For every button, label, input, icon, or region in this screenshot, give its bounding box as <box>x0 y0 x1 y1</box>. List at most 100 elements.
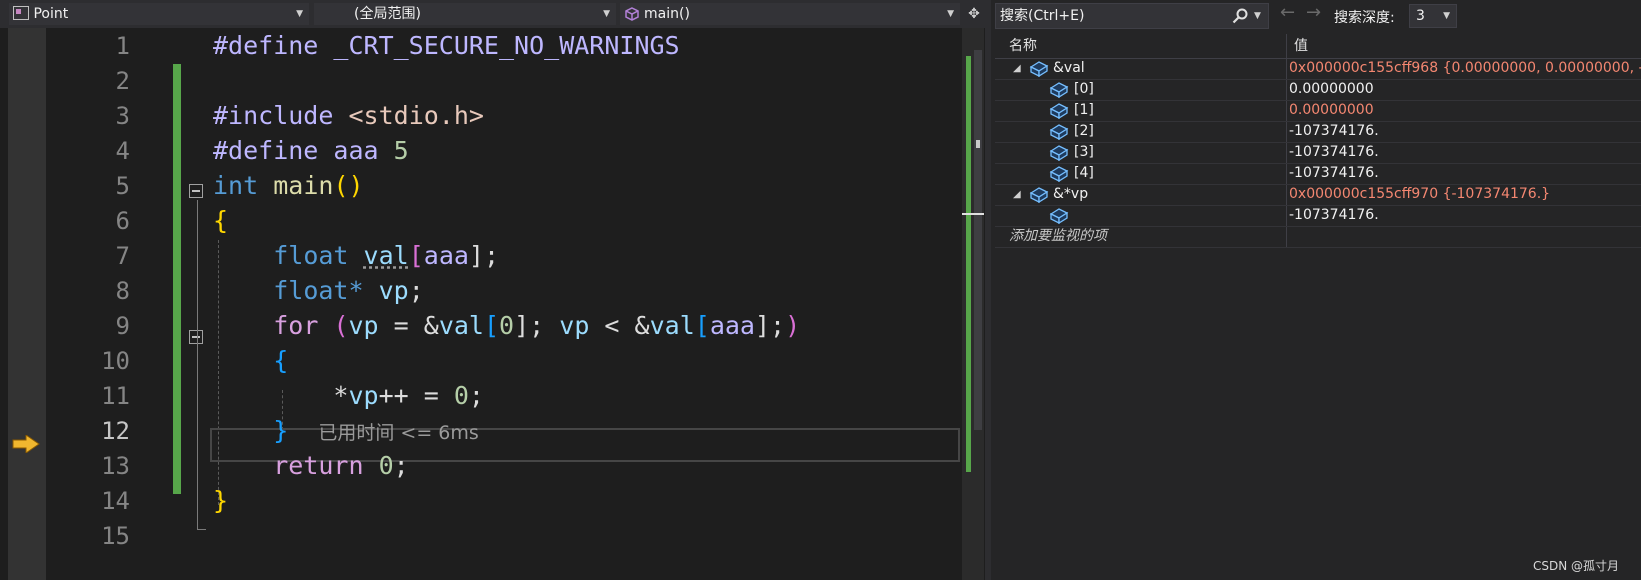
expand-triangle-icon[interactable]: ◢ <box>1013 184 1021 205</box>
watch-column-header: 名称 值 <box>995 34 1641 59</box>
scope-label: (全局范围) <box>354 6 421 22</box>
collapse-main-toggle[interactable] <box>189 184 203 198</box>
line-number: 15 <box>101 522 130 550</box>
chevron-down-icon: ▼ <box>603 9 610 19</box>
code-line-7: float val[aaa]; <box>273 241 500 270</box>
chevron-down-icon: ▼ <box>296 9 303 19</box>
code-line-8: float* vp; <box>273 276 424 305</box>
code-line-3: #include <stdio.h> <box>213 101 484 130</box>
line-number: 11 <box>101 382 130 410</box>
code-line-6: { <box>213 206 229 235</box>
element-variable-icon <box>1049 124 1069 140</box>
watch-item-value: -107374176. <box>1289 165 1379 181</box>
perf-tip-elapsed[interactable]: 已用时间 <= 6ms <box>318 422 478 444</box>
editor-vertical-scrollbar[interactable] <box>962 28 984 580</box>
watch-row-val-4[interactable]: [4] -107374176. <box>995 163 1641 185</box>
watch-item-value: 0x000000c155cff970 {-107374176.} <box>1289 186 1551 202</box>
line-number: 5 <box>115 172 130 200</box>
code-line-10: { <box>273 346 289 375</box>
project-dropdown[interactable]: Point ▼ <box>9 3 309 25</box>
watch-row-val-1[interactable]: [1] 0.00000000 <box>995 100 1641 122</box>
watch-item-value: -107374176. <box>1289 207 1379 223</box>
outline-guide-end <box>197 529 206 530</box>
line-number: 2 <box>115 67 130 95</box>
watch-item-value: 0x000000c155cff968 {0.00000000, 0.000000… <box>1289 60 1641 76</box>
watch-item-name: &*vp <box>1053 186 1089 202</box>
project-label: Point <box>33 6 69 22</box>
watch-item-name: [4] <box>1074 165 1094 181</box>
code-line-11: *vp++ = 0; <box>333 381 484 410</box>
change-tracking-bar <box>173 64 181 494</box>
column-header-name[interactable]: 名称 <box>1009 34 1037 58</box>
watch-item-value: 0.00000000 <box>1289 81 1374 97</box>
line-number: 6 <box>115 207 130 235</box>
function-dropdown[interactable]: main() ▼ <box>620 3 960 25</box>
line-number: 7 <box>115 242 130 270</box>
watch-row-val-3[interactable]: [3] -107374176. <box>995 142 1641 164</box>
element-variable-icon <box>1049 166 1069 182</box>
code-line-5: int main() <box>213 171 364 200</box>
line-number: 8 <box>115 277 130 305</box>
method-cube-icon <box>625 7 639 21</box>
scrollbar-thumb[interactable] <box>974 50 982 430</box>
line-number: 4 <box>115 137 130 165</box>
element-variable-icon <box>1049 208 1069 224</box>
line-number: 14 <box>101 487 130 515</box>
search-icon[interactable] <box>1232 8 1248 24</box>
line-number: 3 <box>115 102 130 130</box>
scrollbar-caret-marker <box>962 213 984 215</box>
code-line-12: } 已用时间 <= 6ms <box>273 416 479 445</box>
glyph-margin[interactable] <box>8 28 46 580</box>
line-number: 10 <box>101 347 130 375</box>
search-back-arrow-icon[interactable]: ← <box>1280 2 1295 23</box>
scope-dropdown[interactable]: (全局范围) ▼ <box>314 3 616 25</box>
watch-row-add-item[interactable]: 添加要监视的项 <box>995 226 1641 248</box>
chevron-down-icon[interactable]: ▼ <box>1254 4 1261 28</box>
watch-row-val-2[interactable]: [2] -107374176. <box>995 121 1641 143</box>
pointer-variable-icon <box>1029 187 1049 203</box>
scrollbar-change-marker <box>966 56 971 472</box>
code-line-1: #define _CRT_SECURE_NO_WARNINGS <box>213 31 680 60</box>
array-variable-icon <box>1029 61 1049 77</box>
watch-row-vp-deref[interactable]: -107374176. <box>995 205 1641 227</box>
line-number: 9 <box>115 312 130 340</box>
chevron-down-icon: ▼ <box>947 9 954 19</box>
search-forward-arrow-icon[interactable]: → <box>1306 2 1321 23</box>
watch-item-value: 0.00000000 <box>1289 102 1374 118</box>
watch-item-name: [1] <box>1074 102 1094 118</box>
project-icon <box>13 6 29 20</box>
watch-item-value: -107374176. <box>1289 144 1379 160</box>
search-depth-label: 搜索深度: <box>1334 10 1395 26</box>
watch-item-name: [2] <box>1074 123 1094 139</box>
add-watch-item-placeholder[interactable]: 添加要监视的项 <box>1009 226 1107 247</box>
element-variable-icon <box>1049 82 1069 98</box>
element-variable-icon <box>1049 103 1069 119</box>
element-variable-icon <box>1049 145 1069 161</box>
code-line-13: return 0; <box>273 451 409 480</box>
line-number: 1 <box>115 32 130 60</box>
code-editor[interactable] <box>46 28 962 580</box>
watch-item-name: [0] <box>1074 81 1094 97</box>
collapse-for-toggle[interactable] <box>189 330 203 344</box>
current-statement-arrow-icon <box>12 435 40 453</box>
line-number-current: 12 <box>101 417 130 445</box>
code-line-14: } <box>213 486 229 515</box>
watch-item-name: &val <box>1053 60 1085 76</box>
watch-item-name: [3] <box>1074 144 1094 160</box>
line-number: 13 <box>101 452 130 480</box>
watermark: CSDN @孤寸月 <box>1533 559 1620 573</box>
search-depth-dropdown[interactable]: 3 ▼ <box>1409 4 1457 28</box>
expand-triangle-icon[interactable]: ◢ <box>1013 58 1021 79</box>
watch-row-val-0[interactable]: [0] 0.00000000 <box>995 79 1641 101</box>
chevron-down-icon: ▼ <box>1443 11 1450 21</box>
watch-item-value: -107374176. <box>1289 123 1379 139</box>
watch-row-val[interactable]: ◢ &val 0x000000c155cff968 {0.00000000, 0… <box>995 58 1641 80</box>
split-window-icon[interactable]: ✥ <box>966 4 982 24</box>
outline-guide <box>197 200 198 530</box>
column-header-value[interactable]: 值 <box>1294 34 1308 58</box>
scrollbar-marker <box>976 140 980 148</box>
code-line-4: #define aaa 5 <box>213 136 409 165</box>
watch-row-vp[interactable]: ◢ &*vp 0x000000c155cff970 {-107374176.} <box>995 184 1641 206</box>
watch-search-input[interactable]: 搜索(Ctrl+E) ▼ <box>995 3 1269 29</box>
watch-search-placeholder: 搜索(Ctrl+E) <box>1000 8 1085 24</box>
